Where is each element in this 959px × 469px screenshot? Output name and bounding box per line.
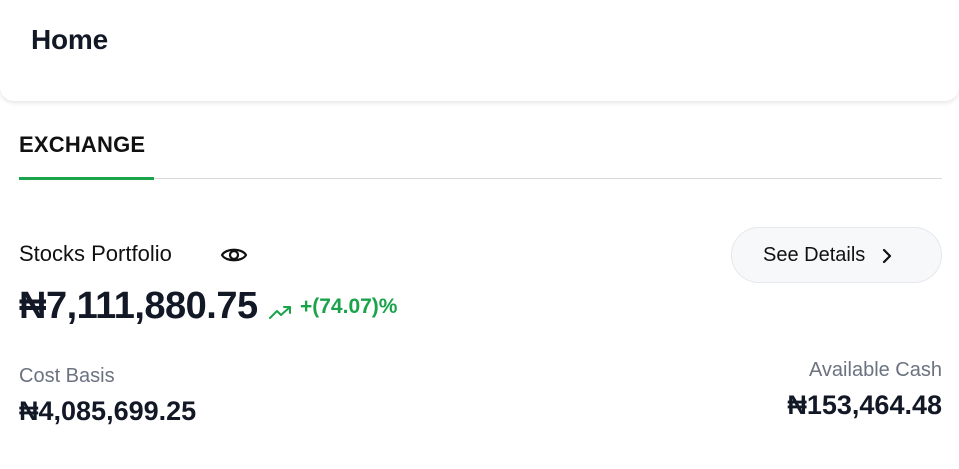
portfolio-change-percent: +(74.07)% <box>300 295 398 318</box>
available-cash-label: Available Cash <box>808 359 942 381</box>
active-tab-indicator <box>19 177 154 180</box>
page-title: Home <box>31 24 108 55</box>
eye-icon[interactable] <box>220 243 248 267</box>
available-cash-value: ₦153,464.48 <box>787 390 942 420</box>
cost-basis-value: ₦4,085,699.25 <box>19 396 197 426</box>
see-details-button[interactable]: See Details <box>731 227 942 283</box>
tab-exchange[interactable]: EXCHANGE <box>19 125 154 180</box>
portfolio-label: Stocks Portfolio <box>19 241 172 266</box>
see-details-label: See Details <box>763 243 866 266</box>
tab-bar: EXCHANGE <box>19 125 942 180</box>
cost-basis-label: Cost Basis <box>19 365 115 387</box>
trending-up-icon <box>269 304 293 320</box>
portfolio-balance: ₦7,111,880.75 <box>19 285 258 327</box>
top-header: Home <box>0 0 959 101</box>
chevron-right-icon <box>881 247 893 264</box>
tab-exchange-label: EXCHANGE <box>19 132 146 157</box>
